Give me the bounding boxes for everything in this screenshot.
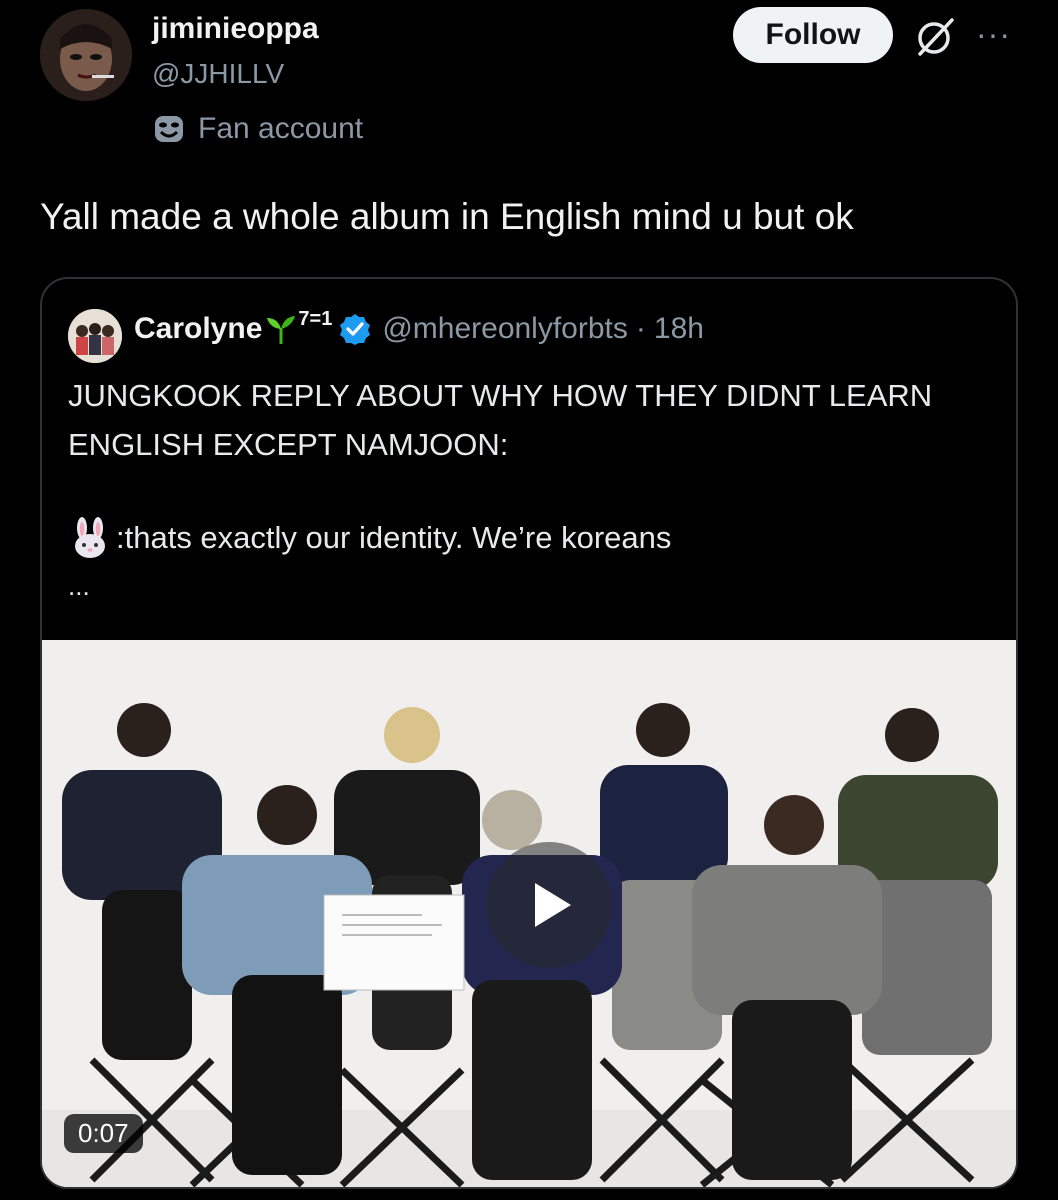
sprout-emoji-icon xyxy=(267,316,296,344)
quote-reply-line: :thats exactly our identity. We’re korea… xyxy=(68,516,671,560)
video-duration-badge: 0:07 xyxy=(64,1114,143,1153)
quote-author-name[interactable]: Carolyne xyxy=(134,312,262,346)
quote-text-line: JUNGKOOK REPLY ABOUT WHY HOW THEY DIDNT … xyxy=(68,378,933,413)
quote-timestamp[interactable]: 18h xyxy=(654,312,704,346)
play-icon xyxy=(535,883,571,927)
quoted-tweet-card[interactable]: Carolyne 7=1 @mhereonlyforbts · 18h JUNG… xyxy=(40,277,1018,1189)
rabbit-face-icon xyxy=(75,517,105,558)
grok-icon[interactable] xyxy=(914,16,956,58)
quote-truncation-ellipsis: ... xyxy=(68,571,90,601)
quote-text-line: ENGLISH EXCEPT NAMJOON: xyxy=(68,427,509,462)
video-player[interactable]: 0:07 xyxy=(42,640,1016,1187)
quote-separator: · xyxy=(635,312,646,345)
quote-header: Carolyne 7=1 @mhereonlyforbts · 18h xyxy=(134,308,704,346)
fan-account-text: Fan account xyxy=(198,112,364,145)
quote-reply-text: :thats exactly our identity. We’re korea… xyxy=(116,520,672,555)
quote-author-handle[interactable]: @mhereonlyforbts xyxy=(382,312,628,346)
quote-author-avatar[interactable] xyxy=(68,309,122,363)
author-avatar[interactable] xyxy=(40,9,132,101)
verified-badge-icon xyxy=(340,314,371,345)
fan-account-label: Fan account xyxy=(152,112,363,146)
quote-name-superscript: 7=1 xyxy=(298,308,333,330)
play-button[interactable] xyxy=(486,842,612,968)
more-options-icon[interactable]: ··· xyxy=(976,18,1011,50)
author-display-name[interactable]: jiminieoppa xyxy=(152,12,319,46)
author-handle[interactable]: @JJHILLV xyxy=(152,58,284,90)
theater-mask-icon xyxy=(155,116,183,142)
quote-text: JUNGKOOK REPLY ABOUT WHY HOW THEY DIDNT … xyxy=(68,371,1008,469)
follow-button[interactable]: Follow xyxy=(733,7,893,63)
tweet-text: Yall made a whole album in English mind … xyxy=(40,196,854,237)
